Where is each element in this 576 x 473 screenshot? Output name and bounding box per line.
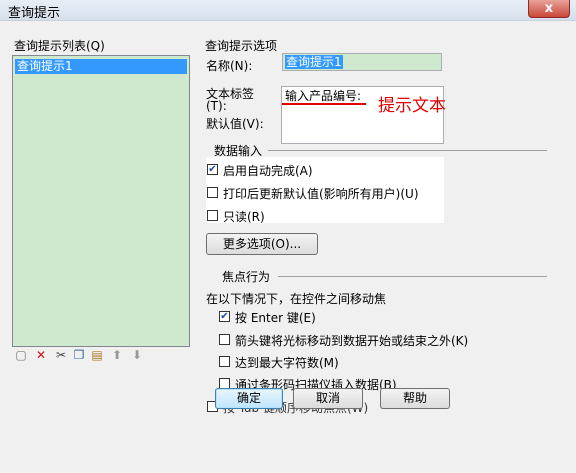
arrow-label: 箭头键将光标移动到数据开始或结束之外(K) <box>235 334 469 348</box>
prompt-list[interactable]: 查询提示1 <box>12 55 190 347</box>
focus-divider <box>278 276 547 277</box>
name-value: 查询提示1 <box>285 55 343 69</box>
more-options-button[interactable]: 更多选项(O)... <box>206 233 318 255</box>
default-value-label: 默认值(V): <box>206 117 264 131</box>
data-input-divider <box>268 150 547 151</box>
refresh-default-checkbox[interactable] <box>207 187 218 198</box>
annotation-underline <box>282 103 366 105</box>
prompt-list-label: 查询提示列表(Q) <box>14 39 105 53</box>
enter-label: 按 Enter 键(E) <box>235 311 316 325</box>
list-toolbar: ▢ ✕ ✂ ❐ ▤ ⬆ ⬇ <box>12 347 190 364</box>
window-title: 查询提示 <box>8 6 61 21</box>
list-item[interactable]: 查询提示1 <box>15 59 187 74</box>
close-button[interactable]: x <box>528 0 570 18</box>
maxchars-checkbox[interactable] <box>219 356 230 367</box>
readonly-checkbox[interactable] <box>207 210 218 221</box>
prompt-label-suffix: (T): <box>206 99 227 113</box>
options-header: 查询提示选项 <box>205 39 278 53</box>
name-field[interactable]: 查询提示1 <box>282 53 442 71</box>
enter-checkbox[interactable]: ✔ <box>219 311 230 322</box>
autocomplete-label: 启用自动完成(A) <box>223 164 313 178</box>
new-icon[interactable]: ▢ <box>14 348 28 362</box>
paste-icon[interactable]: ▤ <box>90 348 104 362</box>
help-button[interactable]: 帮助 <box>380 388 450 409</box>
cut-icon[interactable]: ✂ <box>54 348 68 362</box>
refresh-default-label: 打印后更新默认值(影响所有用户)(U) <box>223 187 419 201</box>
move-up-icon[interactable]: ⬆ <box>110 348 124 362</box>
arrow-checkbox[interactable] <box>219 334 230 345</box>
annotation-label: 提示文本 <box>378 96 446 116</box>
copy-icon[interactable]: ❐ <box>72 348 86 362</box>
delete-icon[interactable]: ✕ <box>34 348 48 362</box>
readonly-label: 只读(R) <box>223 210 265 224</box>
move-down-icon[interactable]: ⬇ <box>130 348 144 362</box>
title-bar <box>0 0 576 21</box>
ok-button[interactable]: 确定 <box>215 388 283 409</box>
focus-intro: 在以下情况下，在控件之间移动焦 <box>206 292 387 306</box>
autocomplete-checkbox[interactable]: ✔ <box>207 164 218 175</box>
prompt-text-value: 输入产品编号: <box>285 89 362 103</box>
name-label: 名称(N): <box>206 59 253 73</box>
cancel-button[interactable]: 取消 <box>293 388 363 409</box>
focus-header: 焦点行为 <box>222 270 271 284</box>
maxchars-label: 达到最大字符数(M) <box>235 356 339 370</box>
